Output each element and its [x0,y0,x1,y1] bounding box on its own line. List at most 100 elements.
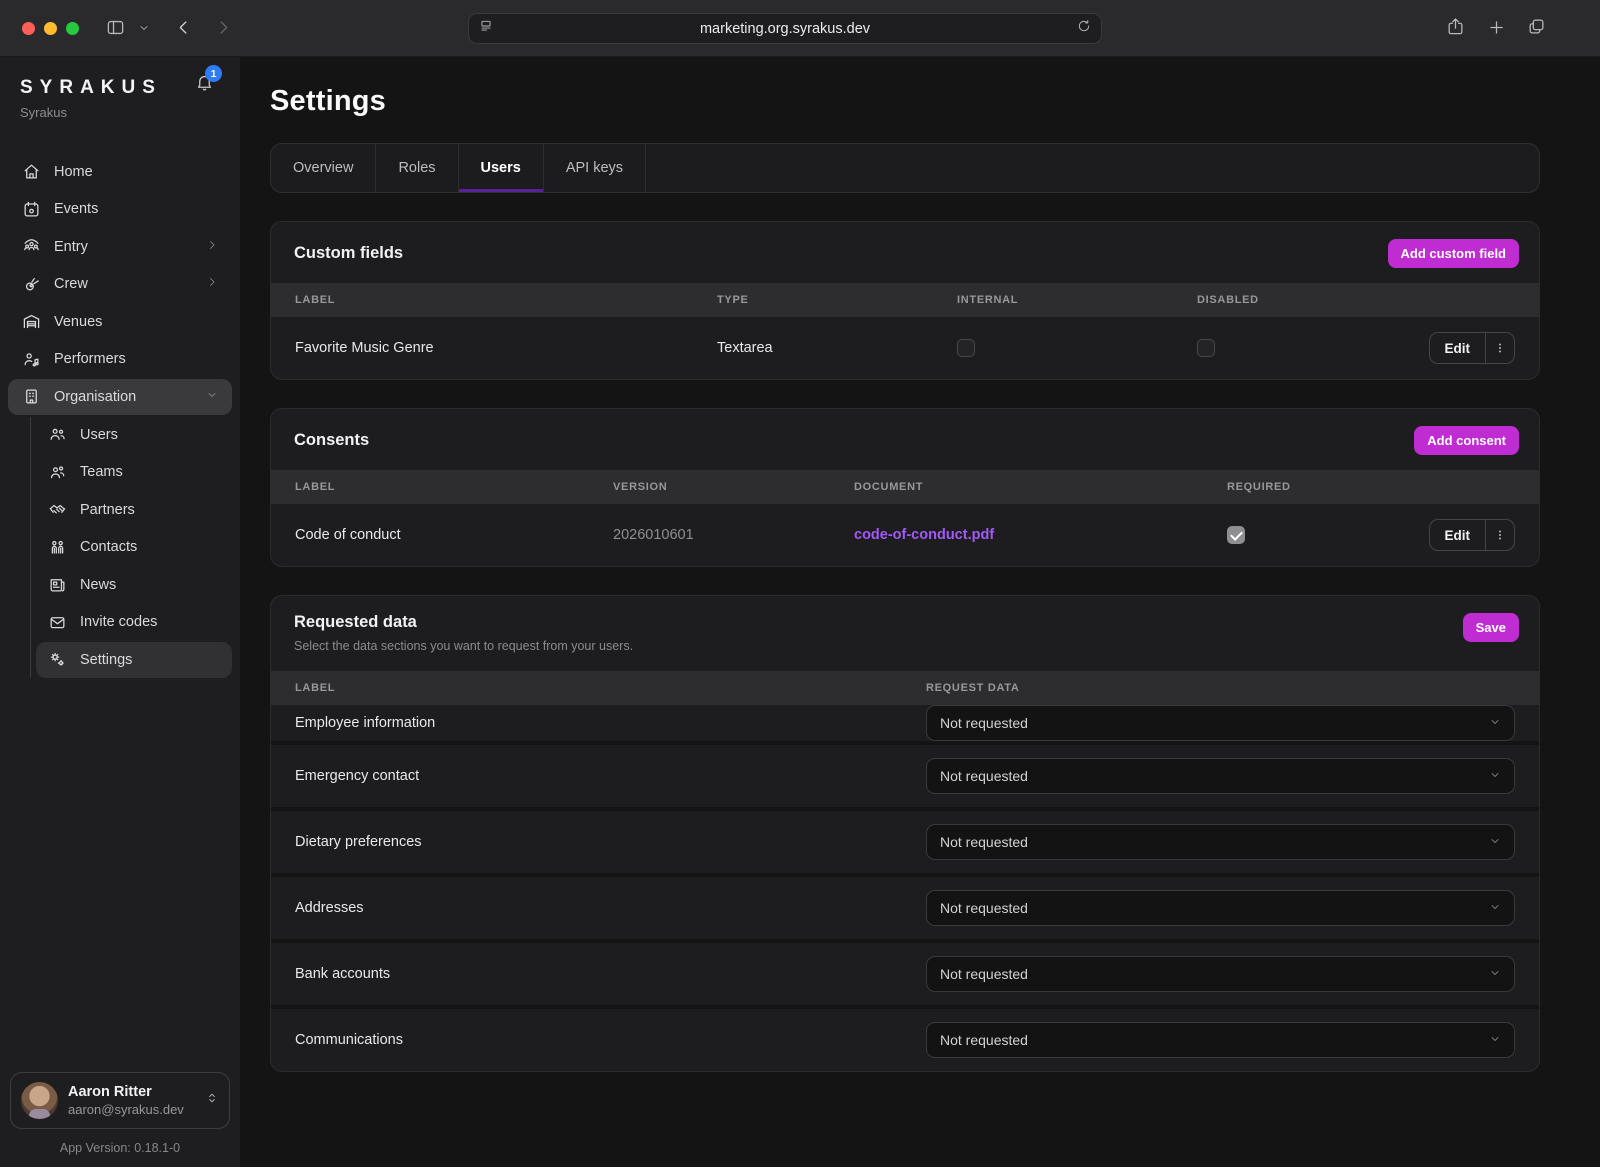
internal-checkbox[interactable] [957,339,975,357]
entry-people-icon [22,237,41,256]
sidebar-item-invite-codes[interactable]: Invite codes [36,604,232,640]
sidebar-item-events[interactable]: Events [8,191,232,227]
table-row: Employee information Not requested [271,705,1539,741]
chevron-down-icon [1489,1032,1501,1048]
chevron-right-icon [206,239,218,255]
comet-icon [22,275,41,294]
sidebar-item-venues[interactable]: Venues [8,304,232,340]
table-row: Addresses Not requested [271,873,1539,939]
sidebar-item-partners[interactable]: Partners [36,492,232,528]
requested-data-subtitle: Select the data sections you want to req… [294,639,633,653]
tab-overview[interactable]: Overview [271,144,376,192]
request-data-select-employee-information[interactable]: Not requested [926,705,1515,741]
sidebar: SYRAKUS Syrakus 1 Home Events [0,57,240,1167]
add-custom-field-button[interactable]: Add custom field [1388,239,1519,268]
edit-button[interactable]: Edit [1430,520,1486,550]
section-label: Addresses [295,900,926,916]
requested-data-card: Requested data Select the data sections … [270,595,1540,1072]
chevron-down-icon [1489,900,1501,916]
contacts-icon [48,538,67,557]
sidebar-item-crew[interactable]: Crew [8,266,232,302]
sidebar-nav: Home Events Entry Crew [0,152,240,680]
consent-document-link[interactable]: code-of-conduct.pdf [854,527,994,543]
sidebar-item-news[interactable]: News [36,567,232,603]
calendar-icon [22,200,41,219]
requested-data-table-header: LABEL REQUEST DATA [271,671,1539,705]
sidebar-item-home[interactable]: Home [8,154,232,190]
organisation-subnav: Users Teams Partners Contacts [30,417,232,678]
consent-label: Code of conduct [295,527,613,543]
edit-button[interactable]: Edit [1430,333,1486,363]
back-button[interactable] [174,18,193,37]
url-text[interactable]: marketing.org.syrakus.dev [493,21,1077,37]
sidebar-item-settings[interactable]: Settings [36,642,232,678]
sidebar-item-users[interactable]: Users [36,417,232,453]
address-bar[interactable]: marketing.org.syrakus.dev [468,13,1102,44]
section-label: Communications [295,1032,926,1048]
notifications-button[interactable]: 1 [195,73,214,97]
table-row: Dietary preferences Not requested [271,807,1539,873]
request-data-select-addresses[interactable]: Not requested [926,890,1515,926]
consents-card: Consents Add consent LABEL VERSION DOCUM… [270,408,1540,567]
browser-chrome: marketing.org.syrakus.dev [0,0,1600,57]
request-data-select-bank-accounts[interactable]: Not requested [926,956,1515,992]
custom-field-label: Favorite Music Genre [295,340,717,356]
disabled-checkbox[interactable] [1197,339,1215,357]
section-label: Emergency contact [295,768,926,784]
app-logo: SYRAKUS [20,77,220,99]
page-settings-icon[interactable] [479,19,493,38]
reload-icon[interactable] [1077,19,1091,38]
share-icon[interactable] [1446,17,1465,36]
request-data-select-emergency-contact[interactable]: Not requested [926,758,1515,794]
gears-icon [48,650,67,669]
home-icon [22,162,41,181]
section-label: Bank accounts [295,966,926,982]
chevron-down-icon [1489,834,1501,850]
sidebar-item-organisation[interactable]: Organisation [8,379,232,415]
warehouse-icon [22,312,41,331]
sidebar-item-teams[interactable]: Teams [36,454,232,490]
handshake-icon [48,500,67,519]
row-actions-kebab-icon[interactable] [1485,520,1514,550]
tab-api-keys[interactable]: API keys [544,144,646,192]
zoom-window-button[interactable] [66,22,79,35]
close-window-button[interactable] [22,22,35,35]
sidebar-toggle-icon[interactable] [106,18,125,37]
request-data-select-dietary-preferences[interactable]: Not requested [926,824,1515,860]
sidebar-item-performers[interactable]: Performers [8,341,232,377]
tab-roles[interactable]: Roles [376,144,458,192]
performer-icon [22,350,41,369]
tab-users[interactable]: Users [459,144,544,192]
sidebar-item-entry[interactable]: Entry [8,229,232,265]
new-tab-icon[interactable] [1487,18,1506,37]
table-row: Emergency contact Not requested [271,741,1539,807]
user-menu[interactable]: Aaron Ritter aaron@syrakus.dev [10,1072,230,1129]
chevron-down-icon[interactable] [138,22,150,34]
chevron-down-icon [1489,715,1501,731]
consent-version: 2026010601 [613,527,854,543]
chevron-down-icon [1489,768,1501,784]
tab-overview-icon[interactable] [1527,17,1546,36]
custom-field-type: Textarea [717,340,957,356]
minimize-window-button[interactable] [44,22,57,35]
chevron-up-down-icon [205,1091,219,1110]
add-consent-button[interactable]: Add consent [1414,426,1519,455]
building-icon [22,387,41,406]
sidebar-item-contacts[interactable]: Contacts [36,529,232,565]
row-actions-kebab-icon[interactable] [1485,333,1514,363]
save-button[interactable]: Save [1463,613,1519,642]
settings-tabs: Overview Roles Users API keys [270,143,1540,193]
section-label: Employee information [295,715,926,731]
custom-fields-title: Custom fields [294,244,403,263]
notification-count-badge: 1 [205,65,222,82]
avatar [21,1082,58,1119]
forward-button[interactable] [214,18,233,37]
table-row: Favorite Music Genre Textarea Edit [271,317,1539,379]
envelope-icon [48,613,67,632]
consents-table-header: LABEL VERSION DOCUMENT REQUIRED [271,470,1539,504]
page-title: Settings [270,85,1540,118]
required-checkbox[interactable] [1227,526,1245,544]
request-data-select-communications[interactable]: Not requested [926,1022,1515,1058]
user-email: aaron@syrakus.dev [68,1102,195,1117]
user-name: Aaron Ritter [68,1084,195,1100]
